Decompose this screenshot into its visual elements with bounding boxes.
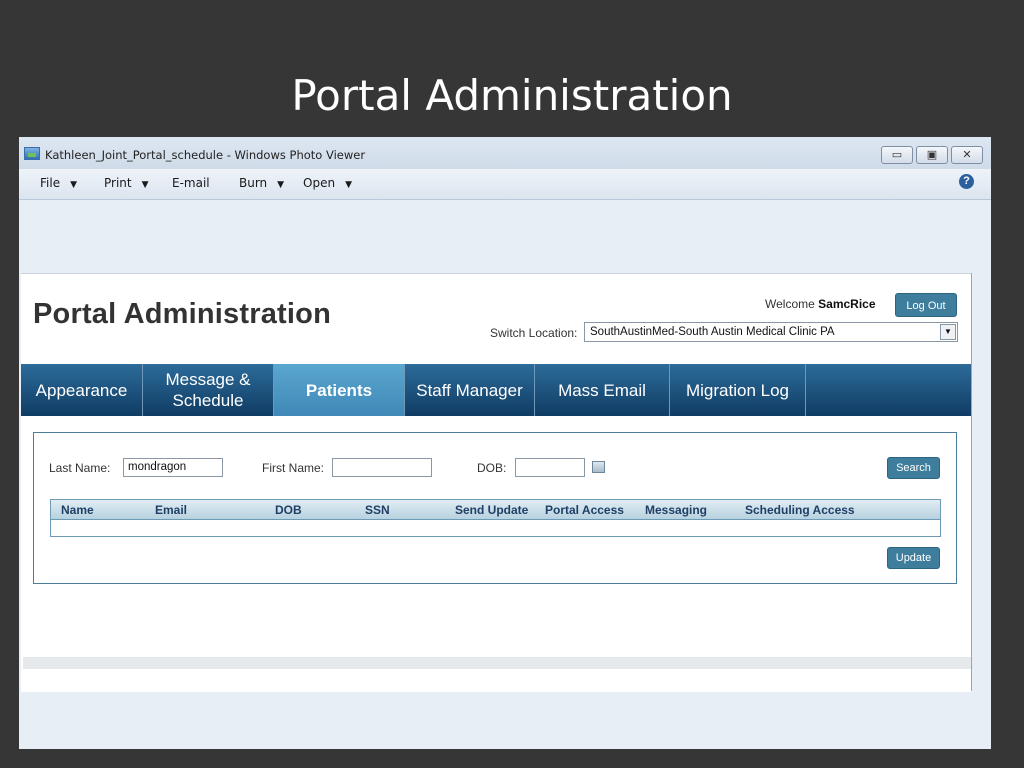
last-name-label: Last Name: [49,461,111,475]
column-messaging[interactable]: Messaging [645,503,707,517]
patient-search-panel: Last Name: mondragon First Name: DOB: Se… [33,432,957,584]
column-scheduling-access[interactable]: Scheduling Access [745,503,855,517]
menu-print-label: Print [104,176,132,190]
menu-file[interactable]: File ▼ [40,176,77,190]
menu-email[interactable]: E-mail [172,176,210,190]
location-select[interactable]: SouthAustinMed-South Austin Medical Clin… [584,322,958,342]
column-portal-access[interactable]: Portal Access [545,503,624,517]
portal-title: Portal Administration [33,298,331,330]
photo-viewer-window: Kathleen_Joint_Portal_schedule - Windows… [19,137,991,749]
tab-staff-manager[interactable]: Staff Manager [405,364,535,416]
table-row [50,520,941,537]
chevron-down-icon: ▼ [70,180,78,190]
tab-label: Message & Schedule [165,370,251,410]
main-nav: Appearance Message & Schedule Patients S… [21,364,971,416]
chevron-down-icon: ▼ [141,180,149,190]
page-edge-line [971,273,972,691]
slide-title: Portal Administration [291,71,733,120]
update-button[interactable]: Update [887,547,940,569]
dob-input[interactable] [515,458,585,477]
last-name-input[interactable]: mondragon [123,458,223,477]
column-name[interactable]: Name [61,503,94,517]
close-button[interactable]: ✕ [951,146,983,164]
maximize-button[interactable]: ▣ [916,146,948,164]
chevron-down-icon[interactable]: ▼ [940,324,956,340]
welcome-text: Welcome SamcRice [765,297,876,311]
column-ssn[interactable]: SSN [365,503,390,517]
help-icon[interactable]: ? [959,174,974,189]
tab-patients[interactable]: Patients [274,364,405,416]
menu-burn-label: Burn [239,176,268,190]
username: SamcRice [818,297,876,311]
calendar-icon[interactable] [592,461,605,473]
tab-label: Appearance [35,380,128,400]
minimize-button[interactable]: ▭ [881,146,913,164]
photo-viewer-icon [24,147,40,160]
tab-label: Staff Manager [416,380,523,400]
results-table-header: Name Email DOB SSN Send Update Portal Ac… [50,499,941,520]
menu-email-label: E-mail [172,176,210,190]
column-email[interactable]: Email [155,503,187,517]
switch-location-label: Switch Location: [490,326,578,340]
menu-open[interactable]: Open ▼ [303,176,352,190]
tab-message-schedule[interactable]: Message & Schedule [143,364,274,416]
tab-migration-log[interactable]: Migration Log [670,364,806,416]
location-value: SouthAustinMed-South Austin Medical Clin… [590,326,835,338]
menu-open-label: Open [303,176,336,190]
column-send-update[interactable]: Send Update [455,503,528,517]
tab-appearance[interactable]: Appearance [21,364,143,416]
chevron-down-icon: ▼ [277,180,285,190]
title-bar: Kathleen_Joint_Portal_schedule - Windows… [19,137,991,169]
window-title: Kathleen_Joint_Portal_schedule - Windows… [45,148,366,162]
first-name-input[interactable] [332,458,432,477]
menu-print[interactable]: Print ▼ [104,176,149,190]
menu-bar: File ▼ Print ▼ E-mail Burn ▼ Open ▼ [19,169,991,200]
search-button[interactable]: Search [887,457,940,479]
tab-mass-email[interactable]: Mass Email [535,364,670,416]
first-name-label: First Name: [262,461,325,475]
photo-viewer-canvas: Portal Administration Welcome SamcRice L… [19,200,991,749]
chevron-down-icon: ▼ [345,180,352,190]
dob-label: DOB: [477,461,507,475]
column-dob[interactable]: DOB [275,503,302,517]
tab-label: Migration Log [685,380,789,400]
welcome-prefix: Welcome [765,297,819,311]
portal-page: Portal Administration Welcome SamcRice L… [21,273,973,692]
tab-label: Mass Email [558,380,646,400]
log-out-button[interactable]: Log Out [895,293,957,317]
tab-label: Patients [305,380,373,400]
menu-burn[interactable]: Burn ▼ [239,176,284,190]
menu-file-label: File [40,176,61,190]
panel-footer-strip [23,657,973,669]
